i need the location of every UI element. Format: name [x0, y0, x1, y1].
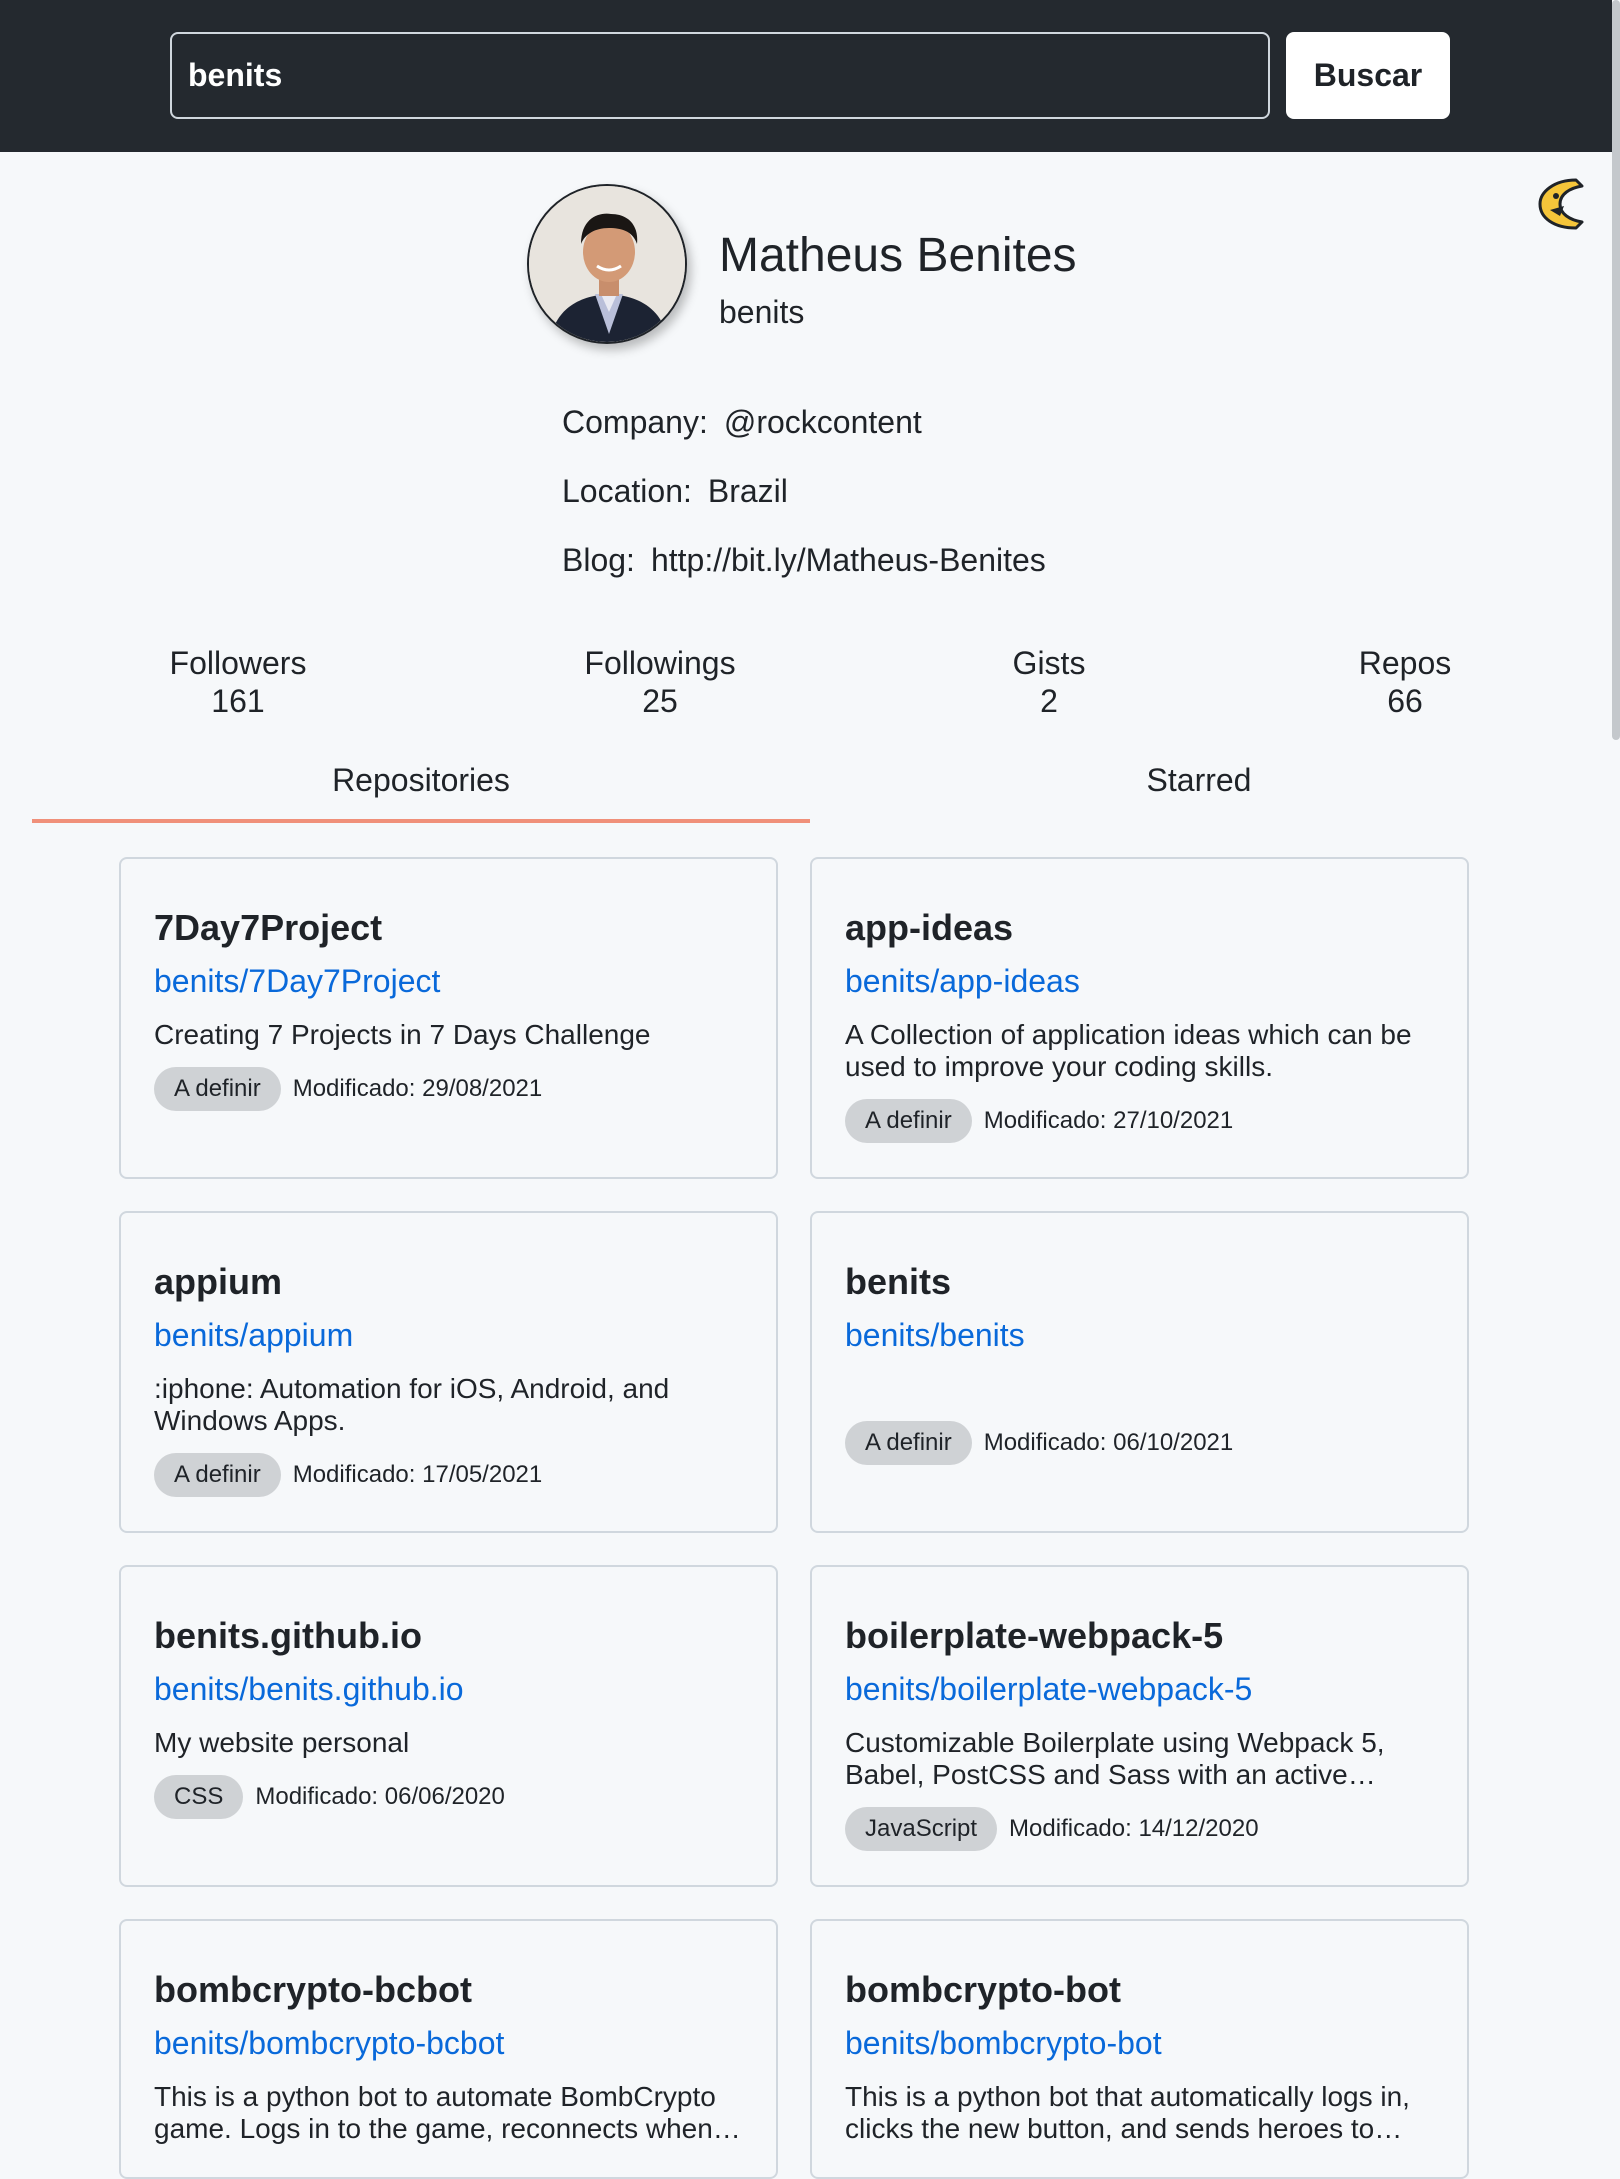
- location-row: Location: Brazil: [562, 473, 788, 510]
- repo-card: benits benits/benits A definir Modificad…: [810, 1211, 1469, 1533]
- repo-name: benits.github.io: [154, 1615, 422, 1656]
- stat-label: Gists: [1012, 645, 1086, 681]
- company-label: Company:: [562, 404, 708, 440]
- modified-date: Modificado: 06/10/2021: [983, 1429, 1234, 1456]
- language-badge: A definir: [154, 1067, 281, 1111]
- stat-gists: Gists 2: [949, 644, 1149, 720]
- active-tab-indicator: [32, 819, 810, 823]
- repo-link[interactable]: benits/bombcrypto-bot: [845, 2025, 1162, 2062]
- repo-link[interactable]: benits/appium: [154, 1317, 353, 1354]
- company-value: @rockcontent: [723, 404, 922, 440]
- blog-row: Blog: http://bit.ly/Matheus-Benites: [562, 542, 1046, 579]
- language-badge: A definir: [845, 1099, 972, 1143]
- repo-description: A Collection of application ideas which …: [845, 1019, 1412, 1082]
- repo-meta: CSS Modificado: 06/06/2020: [154, 1775, 505, 1819]
- stat-value: 2: [1040, 683, 1058, 719]
- repo-link[interactable]: benits/benits: [845, 1317, 1025, 1354]
- repo-name: app-ideas: [845, 907, 1014, 948]
- top-bar: Buscar: [0, 0, 1620, 152]
- repo-description: This is a python bot that automatically …: [845, 2081, 1410, 2144]
- stat-value: 161: [211, 683, 265, 719]
- repo-name: bombcrypto-bcbot: [154, 1969, 472, 2010]
- repo-description: My website personal: [154, 1727, 410, 1758]
- repo-description: This is a python bot to automate BombCry…: [154, 2081, 741, 2144]
- repo-meta: A definir Modificado: 29/08/2021: [154, 1067, 542, 1111]
- repo-card: benits.github.io benits/benits.github.io…: [119, 1565, 778, 1887]
- profile-name: Matheus Benites: [719, 229, 1077, 282]
- language-badge: JavaScript: [845, 1807, 998, 1851]
- modified-date: Modificado: 29/08/2021: [292, 1075, 543, 1102]
- repo-meta: JavaScript Modificado: 14/12/2020: [845, 1807, 1259, 1851]
- stat-followers: Followers 161: [138, 644, 338, 720]
- language-badge: A definir: [845, 1421, 972, 1465]
- stat-followings: Followings 25: [560, 644, 760, 720]
- search-button[interactable]: Buscar: [1286, 32, 1450, 119]
- repo-card: bombcrypto-bot benits/bombcrypto-bot Thi…: [810, 1919, 1469, 2179]
- stat-value: 66: [1387, 683, 1423, 719]
- profile-login: benits: [719, 294, 805, 330]
- avatar: [527, 184, 687, 344]
- repo-name: appium: [154, 1261, 283, 1302]
- stat-repos: Repos 66: [1305, 644, 1505, 720]
- repo-card: app-ideas benits/app-ideas A Collection …: [810, 857, 1469, 1179]
- repo-description: Customizable Boilerplate using Webpack 5…: [845, 1727, 1385, 1790]
- modified-date: Modificado: 17/05/2021: [292, 1461, 543, 1488]
- repo-card: 7Day7Project benits/7Day7Project Creatin…: [119, 857, 778, 1179]
- language-badge: A definir: [154, 1453, 281, 1497]
- repo-description: Creating 7 Projects in 7 Days Challenge: [154, 1019, 651, 1050]
- theme-toggle-button[interactable]: [1536, 172, 1588, 232]
- stat-label: Followings: [584, 645, 736, 681]
- modified-date: Modificado: 06/06/2020: [255, 1783, 505, 1810]
- tab-repositories[interactable]: Repositories: [32, 762, 810, 799]
- avatar-photo: [529, 186, 685, 342]
- repo-card: appium benits/appium :iphone: Automation…: [119, 1211, 778, 1533]
- modified-date: Modificado: 14/12/2020: [1009, 1815, 1259, 1842]
- repo-meta: A definir Modificado: 06/10/2021: [845, 1421, 1233, 1465]
- stat-value: 25: [642, 683, 678, 719]
- repo-name: boilerplate-webpack-5: [845, 1615, 1224, 1656]
- blog-link[interactable]: http://bit.ly/Matheus-Benites: [651, 542, 1046, 578]
- stat-label: Followers: [169, 645, 307, 681]
- repo-card: boilerplate-webpack-5 benits/boilerplate…: [810, 1565, 1469, 1887]
- modified-date: Modificado: 27/10/2021: [983, 1107, 1234, 1134]
- scrollbar-track[interactable]: [1612, 0, 1620, 2160]
- stat-label: Repos: [1358, 645, 1452, 681]
- repo-meta: A definir Modificado: 17/05/2021: [154, 1453, 542, 1497]
- repo-name: benits: [845, 1261, 952, 1302]
- repo-name: bombcrypto-bot: [845, 1969, 1121, 2010]
- repo-name: 7Day7Project: [154, 907, 383, 948]
- repo-link[interactable]: benits/boilerplate-webpack-5: [845, 1671, 1252, 1708]
- repo-link[interactable]: benits/bombcrypto-bcbot: [154, 2025, 504, 2062]
- repo-description: :iphone: Automation for iOS, Android, an…: [154, 1373, 670, 1436]
- tab-starred[interactable]: Starred: [810, 762, 1588, 799]
- pacman-moon-icon: [1538, 178, 1584, 230]
- search-input[interactable]: [170, 32, 1270, 119]
- repo-link[interactable]: benits/7Day7Project: [154, 963, 440, 1000]
- repo-card: bombcrypto-bcbot benits/bombcrypto-bcbot…: [119, 1919, 778, 2179]
- scrollbar-thumb[interactable]: [1612, 0, 1620, 740]
- repo-link[interactable]: benits/benits.github.io: [154, 1671, 464, 1708]
- company-row: Company: @rockcontent: [562, 404, 922, 441]
- language-badge: CSS: [154, 1775, 244, 1819]
- repo-meta: A definir Modificado: 27/10/2021: [845, 1099, 1233, 1143]
- location-value: Brazil: [707, 473, 788, 509]
- blog-label: Blog:: [562, 542, 635, 578]
- location-label: Location:: [562, 473, 692, 509]
- repo-link[interactable]: benits/app-ideas: [845, 963, 1080, 1000]
